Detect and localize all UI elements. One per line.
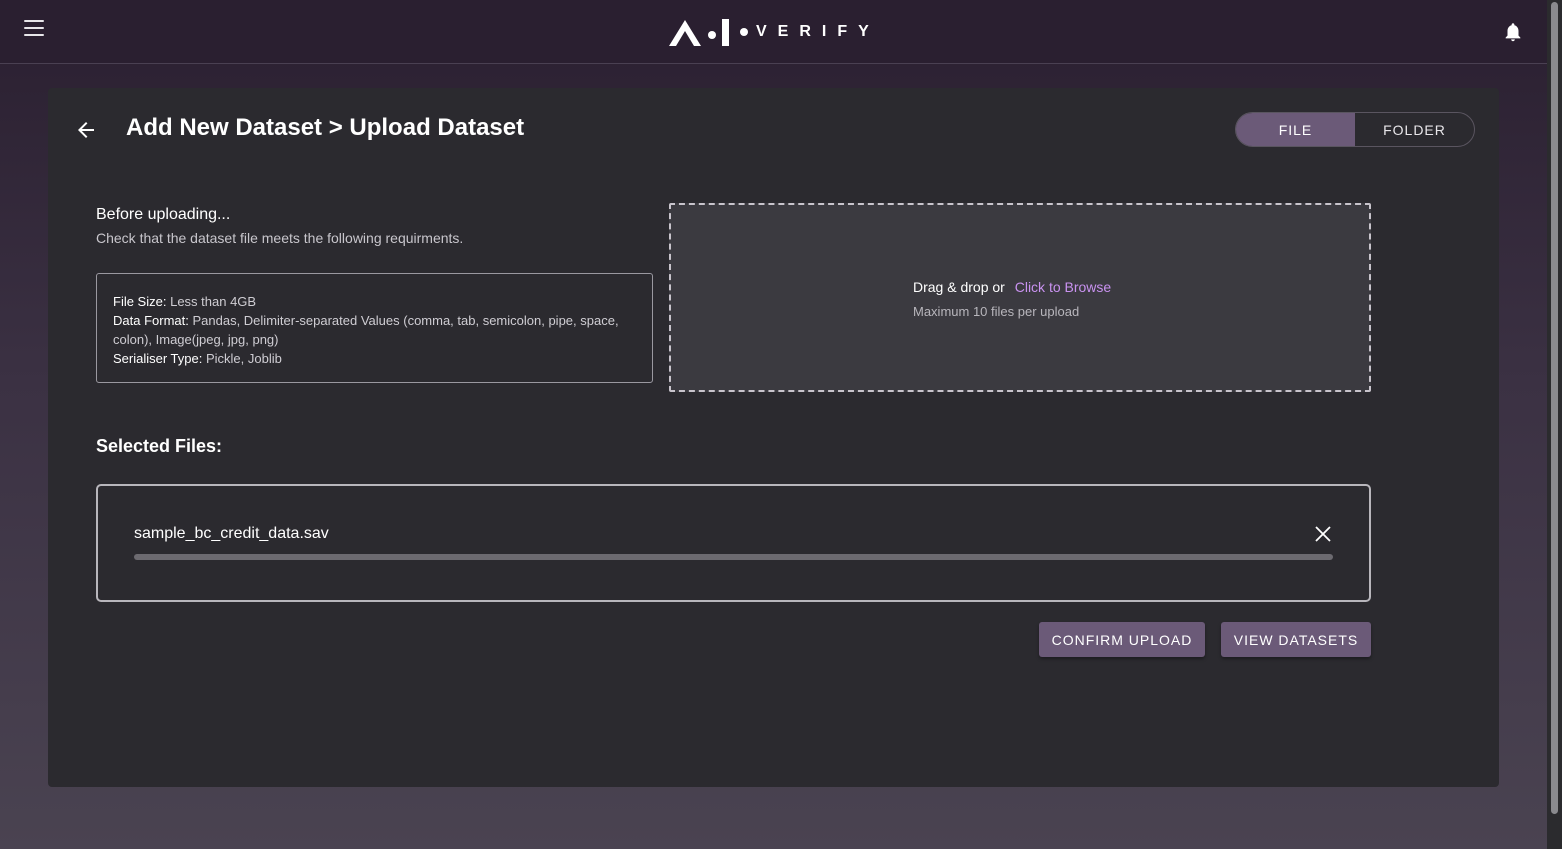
browse-link[interactable]: Click to Browse: [1015, 279, 1111, 295]
file-folder-toggle: FILE FOLDER: [1235, 112, 1475, 147]
requirement-serialiser: Serialiser Type: Pickle, Joblib: [113, 349, 636, 368]
before-uploading-title: Before uploading...: [96, 206, 231, 223]
data-format-value: Pandas, Delimiter-separated Values (comm…: [113, 313, 619, 347]
selected-files-title: Selected Files:: [96, 436, 223, 456]
page-title: Add New Dataset > Upload Dataset: [126, 114, 525, 141]
requirement-file-size: File Size: Less than 4GB: [113, 292, 636, 311]
dropzone-note: Maximum 10 files per upload: [913, 304, 1080, 319]
file-dropzone[interactable]: Drag & drop or Click to Browse Maximum 1…: [669, 203, 1371, 392]
upload-dataset-panel: Add New Dataset > Upload Dataset FILE FO…: [48, 88, 1499, 787]
serialiser-label: Serialiser Type:: [113, 351, 203, 366]
top-navigation-bar: VERIFY: [0, 0, 1547, 64]
hamburger-menu-icon[interactable]: [24, 20, 44, 40]
logo-dot: [740, 28, 748, 36]
page-scrollbar[interactable]: [1547, 0, 1562, 849]
before-uploading-subtitle: Check that the dataset file meets the fo…: [96, 230, 464, 246]
requirements-box: File Size: Less than 4GB Data Format: Pa…: [96, 273, 653, 383]
confirm-upload-button[interactable]: CONFIRM UPLOAD: [1039, 622, 1205, 657]
logo-mark-icon: [669, 19, 729, 46]
file-size-label: File Size:: [113, 294, 167, 309]
bell-icon[interactable]: [1502, 21, 1524, 43]
dropzone-line: Drag & drop or Click to Browse: [913, 279, 1111, 295]
aiverify-logo: VERIFY: [668, 14, 880, 50]
upload-progress-bar: [134, 554, 1333, 560]
selected-file-item: sample_bc_credit_data.sav: [96, 484, 1371, 602]
file-name: sample_bc_credit_data.sav: [134, 525, 329, 542]
serialiser-value: Pickle, Joblib: [205, 351, 282, 366]
dropzone-text: Drag & drop or: [913, 279, 1005, 295]
data-format-label: Data Format:: [113, 313, 189, 328]
requirement-data-format: Data Format: Pandas, Delimiter-separated…: [113, 311, 636, 349]
view-datasets-button[interactable]: VIEW DATASETS: [1221, 622, 1371, 657]
toggle-file-button[interactable]: FILE: [1236, 113, 1355, 146]
close-icon[interactable]: [1314, 525, 1332, 543]
logo-text: VERIFY: [756, 23, 880, 40]
scrollbar-thumb[interactable]: [1551, 2, 1558, 814]
file-size-value: Less than 4GB: [170, 294, 257, 309]
toggle-folder-button[interactable]: FOLDER: [1355, 113, 1474, 146]
arrow-left-icon[interactable]: [74, 118, 98, 142]
upload-progress-fill: [134, 554, 1333, 560]
